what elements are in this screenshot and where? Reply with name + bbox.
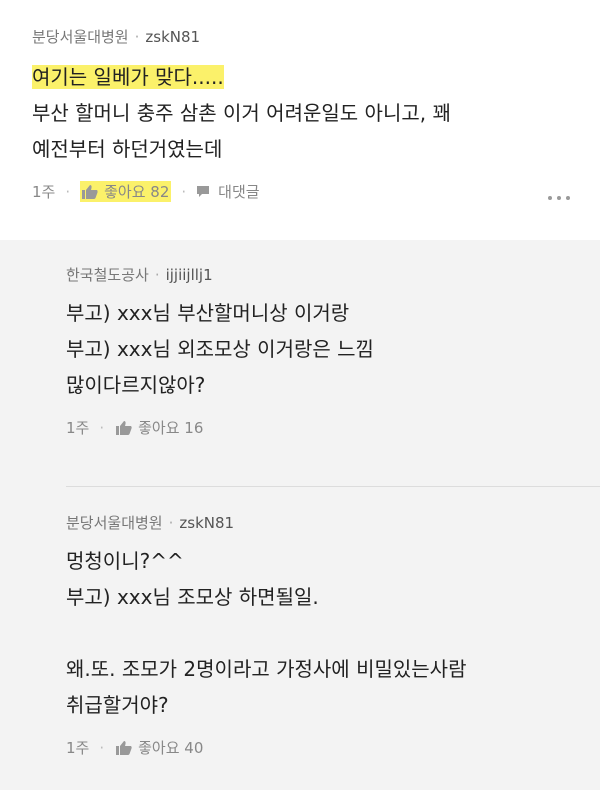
separator: · (99, 418, 105, 437)
more-options-icon[interactable] (548, 196, 570, 200)
reply-meta: 한국철도공사 · ijjiijllj1 (66, 264, 600, 285)
like-count: 좋아요 16 (138, 419, 204, 437)
comment-text: 부산 할머니 충주 삼촌 이거 어려운일도 아니고, 꽤 예전부터 하던거였는데 (32, 101, 451, 161)
separator-dot: · (154, 265, 160, 284)
reply-body: 멍청이니?^^ 부고) xxx님 조모상 하면될일. 왜.또. 조모가 2명이라… (66, 549, 467, 717)
reply-label: 대댓글 (218, 183, 260, 201)
thumbs-up-icon (116, 420, 132, 435)
like-count: 좋아요 40 (138, 739, 204, 757)
reply-body: 부고) xxx님 부산할머니상 이거랑 부고) xxx님 외조모상 이거랑은 느… (66, 301, 374, 397)
comment-body: 여기는 일베가 맞다..... 부산 할머니 충주 삼촌 이거 어려운일도 아니… (32, 59, 600, 167)
timestamp: 1주 (66, 419, 90, 437)
author-name[interactable]: 한국철도공사 (66, 264, 149, 285)
user-id[interactable]: ijjiijllj1 (166, 266, 213, 284)
thumbs-up-icon (116, 740, 132, 755)
separator-dot: · (134, 27, 140, 46)
reply-actions: 1주 · 좋아요 40 (66, 737, 600, 758)
speech-bubble-icon (197, 186, 210, 197)
user-id[interactable]: zskN81 (145, 28, 200, 46)
comment-meta: 분당서울대병원 · zskN81 (32, 26, 600, 47)
like-button[interactable]: 좋아요 82 (80, 181, 172, 202)
separator: · (181, 182, 187, 201)
comment-actions: 1주 · 좋아요 82 · 대댓글 (32, 181, 600, 202)
separator-dot: · (168, 513, 174, 532)
reply-button[interactable]: 대댓글 (196, 181, 260, 202)
author-name[interactable]: 분당서울대병원 (32, 26, 129, 47)
reply-item: 한국철도공사 · ijjiijllj1 부고) xxx님 부산할머니상 이거랑 … (66, 264, 600, 438)
user-id[interactable]: zskN81 (179, 514, 234, 532)
timestamp: 1주 (32, 183, 56, 201)
reply-actions: 1주 · 좋아요 16 (66, 417, 600, 438)
thumbs-up-icon (82, 184, 98, 199)
main-comment: 분당서울대병원 · zskN81 여기는 일베가 맞다..... 부산 할머니 … (0, 0, 600, 240)
like-count: 좋아요 82 (104, 183, 170, 201)
reply-divider (66, 486, 600, 487)
author-name[interactable]: 분당서울대병원 (66, 512, 163, 533)
separator: · (99, 738, 105, 757)
highlighted-text: 여기는 일베가 맞다..... (32, 65, 224, 89)
reply-meta: 분당서울대병원 · zskN81 (66, 512, 600, 533)
timestamp: 1주 (66, 739, 90, 757)
like-button[interactable]: 좋아요 16 (114, 417, 205, 438)
reply-item: 분당서울대병원 · zskN81 멍청이니?^^ 부고) xxx님 조모상 하면… (66, 512, 600, 758)
like-button[interactable]: 좋아요 40 (114, 737, 205, 758)
separator: · (65, 182, 71, 201)
reply-thread: 한국철도공사 · ijjiijllj1 부고) xxx님 부산할머니상 이거랑 … (0, 240, 600, 790)
